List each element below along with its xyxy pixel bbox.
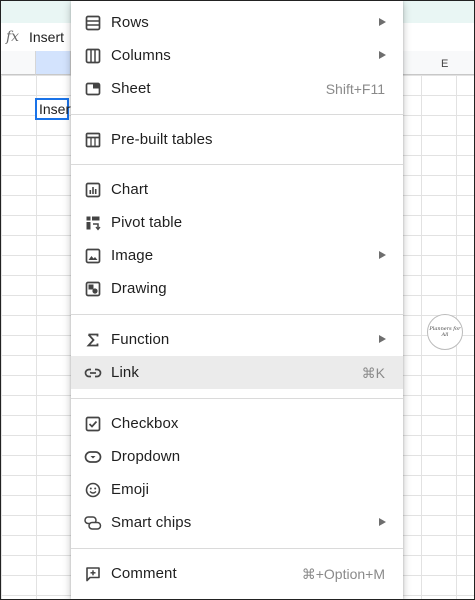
menu-item-drawing[interactable]: Drawing: [71, 272, 403, 305]
menu-item-label: Link: [111, 364, 139, 381]
menu-divider: [71, 398, 403, 399]
pivot-table-icon: [84, 214, 102, 232]
drawing-icon: [84, 280, 102, 298]
sigma-icon: [84, 331, 102, 349]
menu-item-pivot-table[interactable]: Pivot table: [71, 206, 403, 239]
menu-item-emoji[interactable]: Emoji: [71, 473, 403, 506]
menu-item-label: Emoji: [111, 481, 150, 498]
menu-divider: [71, 114, 403, 115]
menu-item-label: Columns: [111, 47, 171, 64]
active-cell-text: Insert: [39, 101, 75, 117]
menu-item-pre-built-tables[interactable]: Pre-built tables: [71, 123, 403, 156]
menu-item-image[interactable]: Image: [71, 239, 403, 272]
menu-item-label: Rows: [111, 14, 149, 31]
menu-item-label: Dropdown: [111, 448, 181, 465]
table-icon: [84, 131, 102, 149]
menu-item-label: Checkbox: [111, 415, 179, 432]
column-label-e: E: [441, 58, 449, 70]
row-header-corner[interactable]: [1, 51, 36, 75]
submenu-arrow-icon: [379, 251, 386, 259]
menu-item-label: Pre-built tables: [111, 131, 213, 148]
link-icon: [84, 364, 102, 382]
submenu-arrow-icon: [379, 18, 386, 26]
menu-divider: [71, 314, 403, 315]
image-icon: [84, 247, 102, 265]
submenu-arrow-icon: [379, 335, 386, 343]
menu-item-label: Drawing: [111, 280, 167, 297]
menu-item-shortcut: Shift+F11: [325, 81, 385, 97]
menu-item-checkbox[interactable]: Checkbox: [71, 407, 403, 440]
submenu-arrow-icon: [379, 518, 386, 526]
menu-item-chart[interactable]: Chart: [71, 173, 403, 206]
columns-icon: [84, 47, 102, 65]
menu-item-comment[interactable]: Comment ⌘+Option+M: [71, 557, 403, 590]
menu-divider: [71, 548, 403, 549]
menu-item-label: Pivot table: [111, 214, 183, 231]
sheet-icon: [84, 80, 102, 98]
menu-item-shortcut: ⌘K: [361, 365, 385, 381]
menu-item-label: Comment: [111, 565, 177, 582]
insert-menu: Rows Columns Sheet Shift+F11 Pre-built t…: [71, 1, 403, 599]
menu-item-rows[interactable]: Rows: [71, 6, 403, 39]
menu-item-shortcut: ⌘+Option+M: [301, 566, 385, 582]
menu-divider: [71, 164, 403, 165]
menu-item-function[interactable]: Function: [71, 323, 403, 356]
menu-item-link[interactable]: Link ⌘K: [71, 356, 403, 389]
smart-chips-icon: [84, 514, 102, 532]
comment-icon: [84, 565, 102, 583]
column-header-e[interactable]: [403, 51, 474, 75]
submenu-arrow-icon: [379, 51, 386, 59]
menu-item-sheet[interactable]: Sheet Shift+F11: [71, 72, 403, 105]
emoji-icon: [84, 481, 102, 499]
formula-input[interactable]: Insert: [29, 29, 64, 45]
checkbox-icon: [84, 415, 102, 433]
menu-item-label: Function: [111, 331, 170, 348]
menu-item-smart-chips[interactable]: Smart chips: [71, 506, 403, 539]
menu-item-dropdown[interactable]: Dropdown: [71, 440, 403, 473]
rows-icon: [84, 14, 102, 32]
chart-icon: [84, 181, 102, 199]
menu-item-columns[interactable]: Columns: [71, 39, 403, 72]
menu-item-label: Chart: [111, 181, 149, 198]
menu-item-label: Sheet: [111, 80, 151, 97]
watermark-logo: Planners for All: [427, 314, 463, 350]
menu-item-label: Smart chips: [111, 514, 192, 531]
spreadsheet-window: fx Insert E Insert Planners for All Rows…: [0, 0, 475, 600]
fx-icon: fx: [6, 29, 20, 45]
menu-item-label: Image: [111, 247, 154, 264]
dropdown-icon: [84, 448, 102, 466]
column-header-selected[interactable]: [36, 51, 71, 75]
